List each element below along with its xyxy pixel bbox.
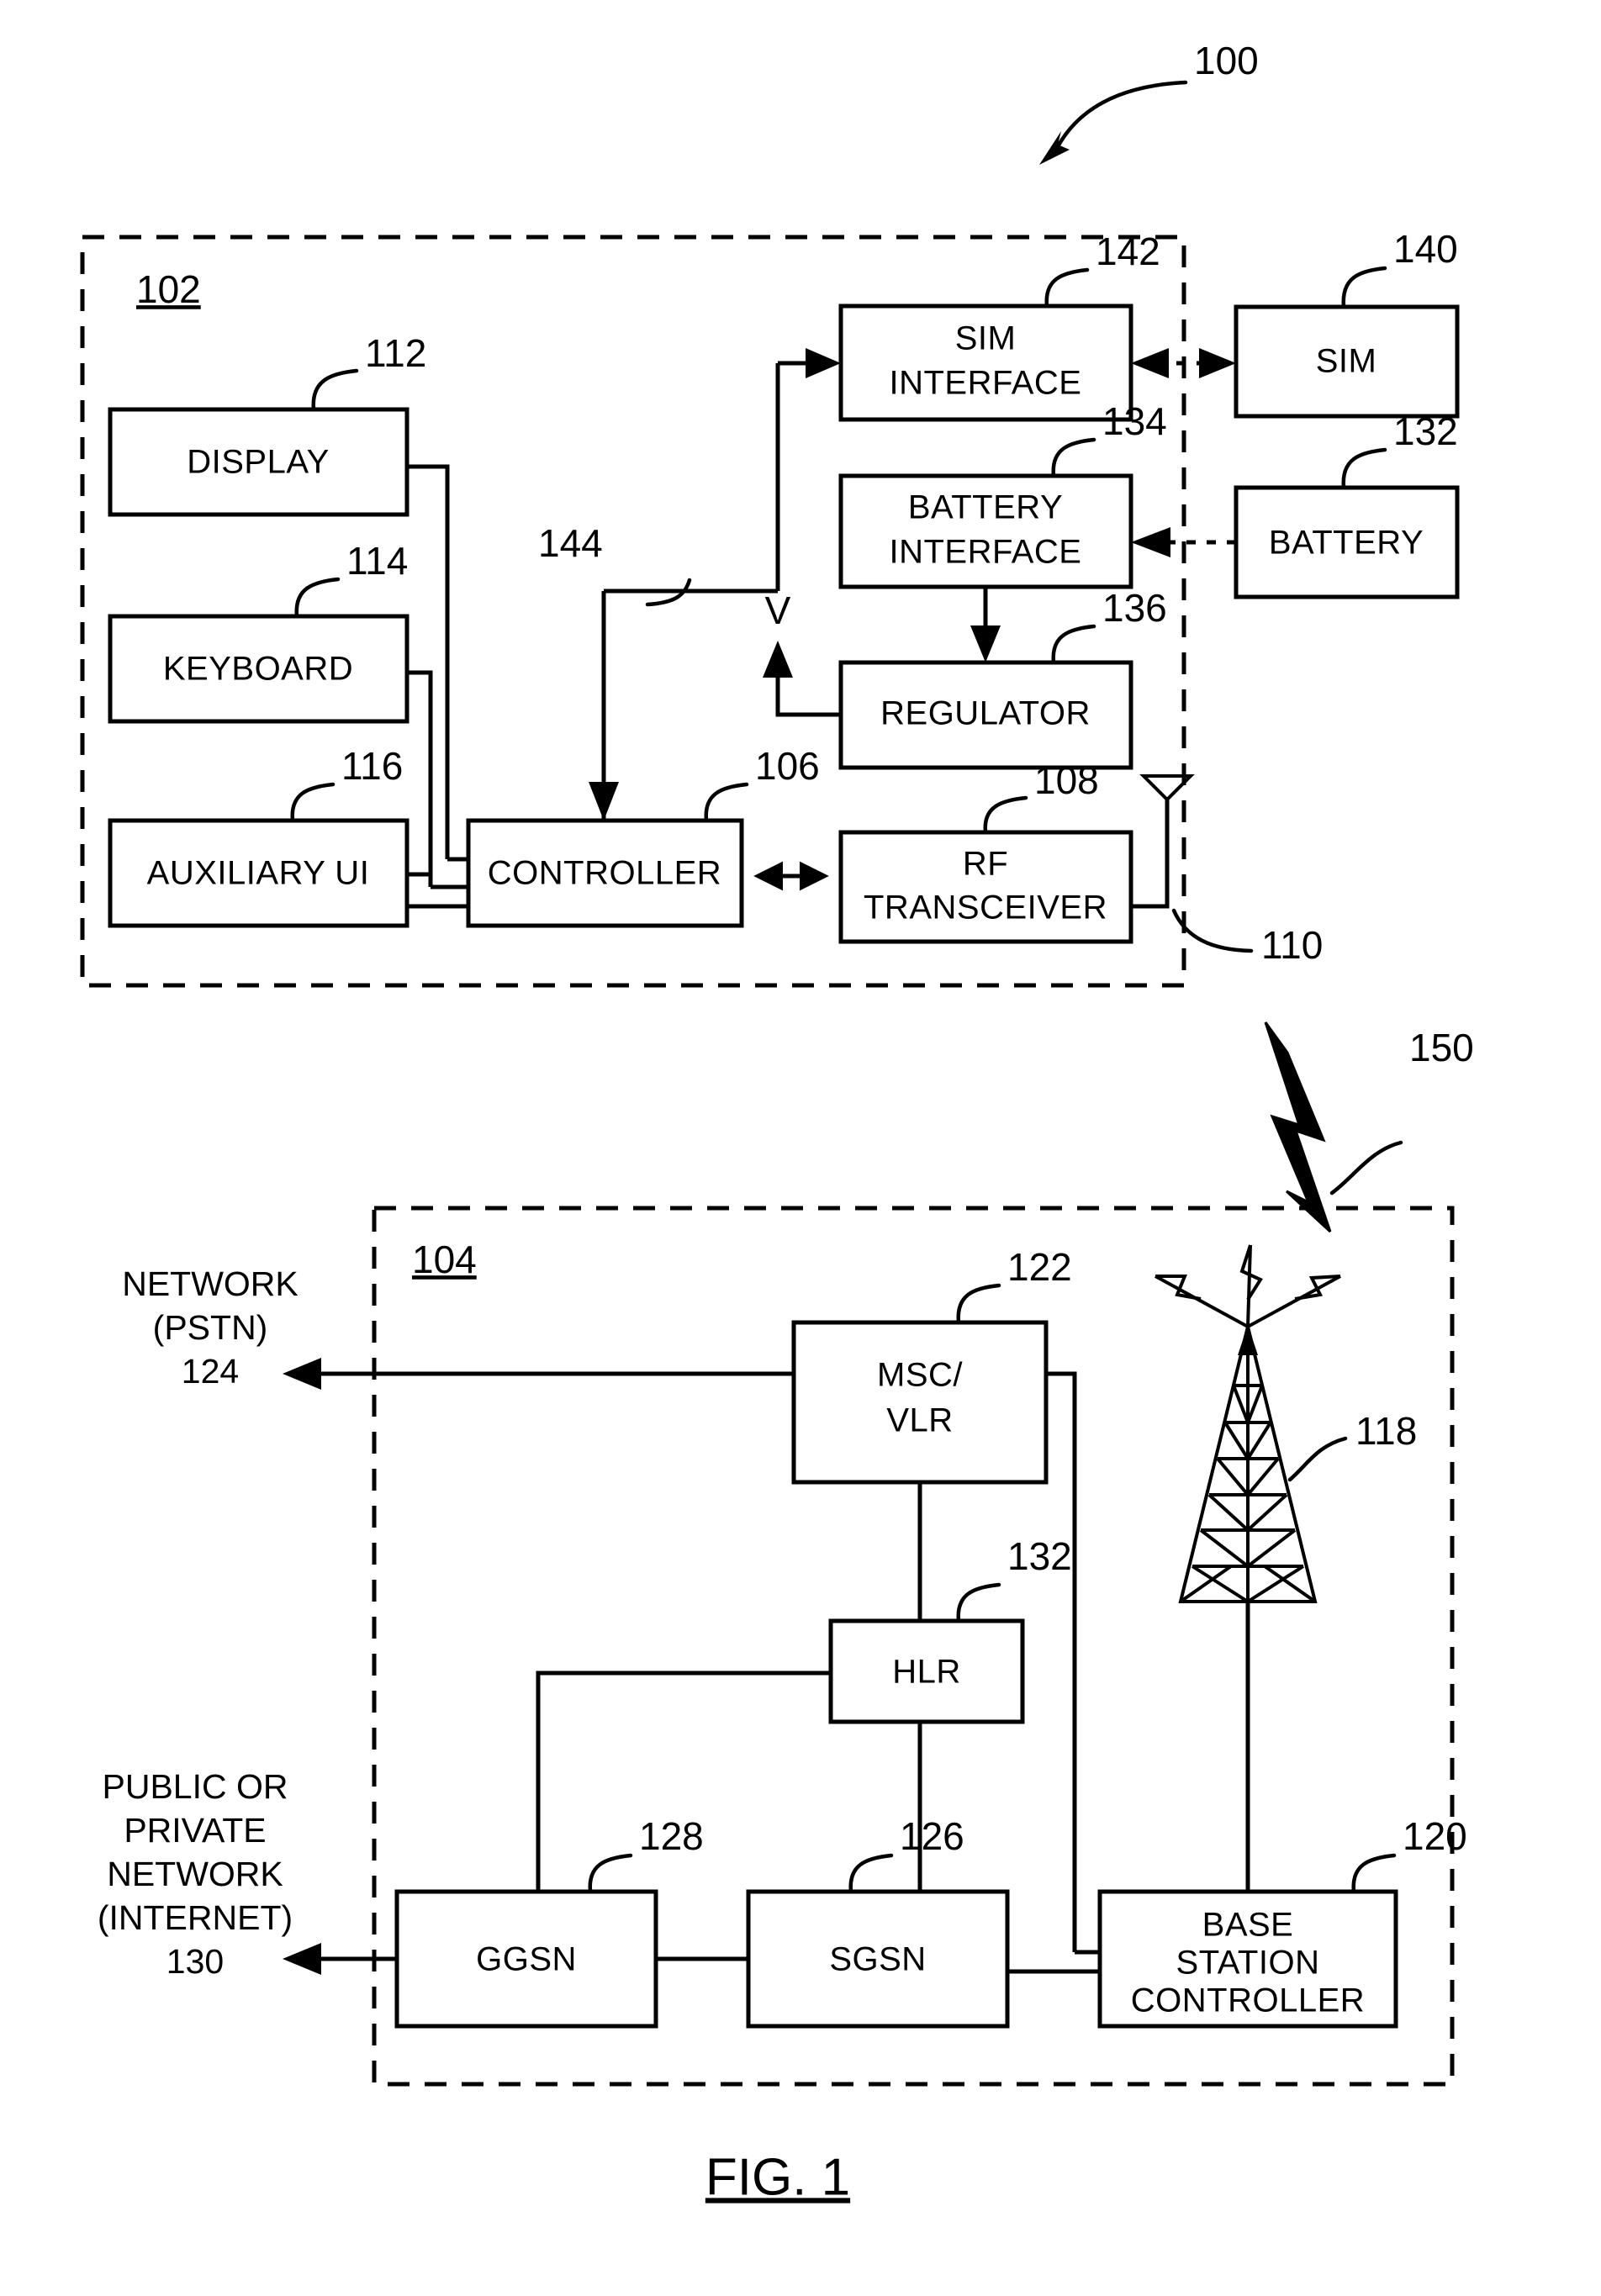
internet-label-group: PUBLIC OR PRIVATE NETWORK (INTERNET) 130 <box>98 1767 293 1981</box>
bsc-label-line1: BASE <box>1202 1907 1294 1944</box>
ref-116: 116 <box>341 744 403 788</box>
block-sim: SIM 140 <box>1234 227 1460 419</box>
block-keyboard: KEYBOARD 114 <box>108 539 409 724</box>
ref-128: 128 <box>639 1814 704 1858</box>
ref-132-battery: 132 <box>1393 409 1458 453</box>
battery-interface-label-line1: BATTERY <box>908 489 1063 526</box>
regulator-label: REGULATOR <box>880 695 1091 732</box>
block-battery: BATTERY 132 <box>1234 409 1460 599</box>
display-label: DISPLAY <box>187 444 330 481</box>
power-bus-v-label: V <box>765 589 791 632</box>
block-base-station-controller: BASE STATION CONTROLLER 120 <box>1097 1814 1467 2029</box>
block-ggsn: GGSN 128 <box>394 1814 704 2029</box>
ref-108: 108 <box>1034 758 1099 802</box>
internet-line3: NETWORK <box>107 1855 283 1893</box>
ref-112: 112 <box>365 331 426 375</box>
cell-tower: 118 <box>1155 1244 1417 1892</box>
internet-line4: (INTERNET) <box>98 1898 293 1937</box>
msc-vlr-label-line1: MSC/ <box>877 1357 963 1394</box>
keyboard-label: KEYBOARD <box>163 651 353 688</box>
msc-vlr-label-line2: VLR <box>886 1402 953 1439</box>
block-hlr: HLR 132 <box>828 1534 1072 1724</box>
internet-line1: PUBLIC OR <box>103 1767 288 1806</box>
controller-label: CONTROLLER <box>488 855 721 892</box>
ref-130: 130 <box>166 1942 224 1981</box>
ref-122: 122 <box>1007 1245 1072 1289</box>
ref-136: 136 <box>1102 586 1167 630</box>
rf-transceiver-label-line1: RF <box>963 846 1008 883</box>
ref-102: 102 <box>136 267 201 311</box>
sim-interface-label-line2: INTERFACE <box>890 365 1082 402</box>
system-callout-100: 100 <box>1039 39 1259 165</box>
bsc-label-line2: STATION <box>1176 1945 1320 1982</box>
ref-104: 104 <box>412 1238 477 1281</box>
ref-118: 118 <box>1355 1409 1417 1453</box>
block-display: DISPLAY 112 <box>108 331 426 517</box>
internet-line2: PRIVATE <box>124 1811 266 1850</box>
block-battery-interface: BATTERY INTERFACE 134 <box>838 399 1167 589</box>
rf-transceiver-label-line2: TRANSCEIVER <box>864 889 1107 926</box>
sim-label: SIM <box>1316 343 1377 380</box>
auxiliary-ui-label: AUXILIARY UI <box>147 855 370 892</box>
block-sim-interface: SIM INTERFACE 142 <box>838 230 1160 422</box>
sgsn-label: SGSN <box>829 1941 926 1978</box>
block-regulator: REGULATOR 136 <box>838 586 1167 770</box>
figure-caption: FIG. 1 <box>705 2148 850 2206</box>
hlr-label: HLR <box>892 1654 961 1691</box>
sim-interface-label-line1: SIM <box>955 320 1017 357</box>
ref-106: 106 <box>755 744 820 788</box>
ref-144: 144 <box>538 521 603 565</box>
ref-150: 150 <box>1409 1026 1474 1069</box>
block-auxiliary-ui: AUXILIARY UI 116 <box>108 744 409 928</box>
ref-140: 140 <box>1393 227 1458 271</box>
pstn-line2: (PSTN) <box>153 1308 268 1347</box>
ref-126: 126 <box>900 1814 964 1858</box>
air-interface-bolt: 150 <box>1264 1021 1474 1233</box>
block-controller: CONTROLLER 106 <box>466 744 820 928</box>
battery-interface-label-line2: INTERFACE <box>890 534 1082 571</box>
ref-110: 110 <box>1261 923 1323 967</box>
block-msc-vlr: MSC/ VLR 122 <box>791 1245 1072 1485</box>
ref-142: 142 <box>1096 230 1160 273</box>
block-rf-transceiver: RF TRANSCEIVER 108 <box>838 758 1133 944</box>
block-sgsn: SGSN 126 <box>746 1814 1010 2029</box>
pstn-label-group: NETWORK (PSTN) 124 <box>122 1264 299 1391</box>
pstn-line1: NETWORK <box>122 1264 299 1303</box>
figure-canvas: 100 102 DISPLAY 112 KEYBOARD 114 AUXILIA… <box>80 39 1474 2206</box>
ref-120: 120 <box>1403 1814 1467 1858</box>
ref-100: 100 <box>1194 39 1259 82</box>
bsc-label-line3: CONTROLLER <box>1131 1982 1365 2019</box>
battery-label: BATTERY <box>1269 525 1424 562</box>
patent-figure-page: 100 102 DISPLAY 112 KEYBOARD 114 AUXILIA… <box>0 0 1601 2296</box>
ref-134: 134 <box>1102 399 1167 443</box>
ref-114: 114 <box>346 539 408 583</box>
ggsn-label: GGSN <box>476 1941 577 1978</box>
ref-132-hlr: 132 <box>1007 1534 1072 1578</box>
ref-124: 124 <box>182 1352 239 1391</box>
